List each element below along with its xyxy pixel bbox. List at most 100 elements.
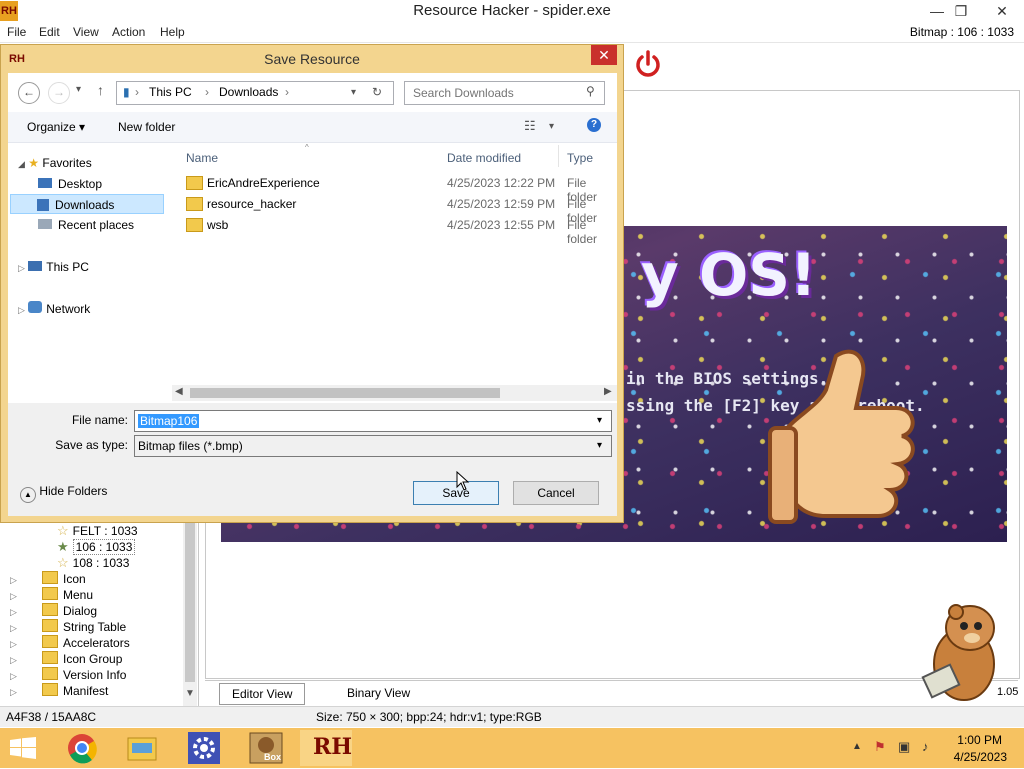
action-center-flag-icon[interactable]: ⚑ [874,739,886,755]
tree-folder-manifest[interactable]: ▷ Manifest [10,683,108,699]
nav-favorites[interactable]: ◢ ★ Favorites [18,153,168,173]
expand-arrow-icon[interactable]: ▷ [10,604,20,620]
file-row[interactable]: wsb 4/25/2023 12:55 PM File folder [172,215,617,246]
main-title-bar[interactable]: Resource Hacker - spider.exe RH — ❐ ✕ [0,0,1024,22]
expand-arrow-icon[interactable]: ▷ [10,572,20,588]
nav-this-pc[interactable]: ▷ This PC [18,257,168,277]
expand-arrow-icon[interactable]: ▷ [10,636,20,652]
cancel-button[interactable]: Cancel [513,481,599,505]
tree-item-106-selected[interactable]: ★ 106 : 1033 [57,539,136,555]
up-icon[interactable]: ↑ [97,82,104,98]
scroll-down-icon[interactable]: ▼ [185,688,195,699]
chrome-icon[interactable] [56,730,108,766]
dialog-title[interactable]: Save Resource [1,45,623,73]
menu-file[interactable]: File [7,25,26,39]
tree-folder-menu[interactable]: ▷ Menu [10,587,93,603]
new-folder-button[interactable]: New folder [118,120,175,134]
close-button[interactable]: ✕ [987,0,1017,22]
volume-icon[interactable]: ♪ [922,739,929,754]
hscroll-thumb[interactable] [190,388,500,398]
search-input[interactable] [405,82,591,104]
tree-folder-dialog[interactable]: ▷ Dialog [10,603,97,619]
back-icon[interactable]: ← [18,82,40,104]
address-dropdown-icon[interactable]: ▾ [351,87,356,98]
search-icon[interactable]: ⚲ [586,84,595,98]
nav-network[interactable]: ▷ Network [18,299,168,319]
tree-folder-icon[interactable]: ▷ Icon [10,571,86,587]
recent-dropdown-icon[interactable]: ▾ [76,84,81,95]
collapse-arrow-icon[interactable]: ◢ [18,159,25,169]
menu-view[interactable]: View [73,25,99,39]
save-type-label: Save as type: [55,438,128,452]
view-dropdown-icon[interactable]: ▾ [549,121,554,132]
clock-time[interactable]: 1:00 PM [957,733,1002,747]
save-type-select[interactable]: Bitmap files (*.bmp) ▾ [134,435,612,457]
expand-arrow-icon[interactable]: ▷ [10,652,20,668]
menu-edit[interactable]: Edit [39,25,60,39]
folder-icon [186,176,203,193]
tree-scrollbar[interactable]: ▼ [183,522,197,706]
column-divider[interactable] [558,145,559,167]
tree-item-108[interactable]: ☆ 108 : 1033 [57,555,129,571]
tree-folder-accelerators[interactable]: ▷ Accelerators [10,635,130,651]
forward-icon[interactable]: → [48,82,70,104]
tab-editor-view[interactable]: Editor View [219,683,306,705]
dialog-body: ← → ▾ ↑ ▮ › This PC › Downloads › ▾ ↻ ⚲ … [8,73,617,516]
tree-folder-version-info[interactable]: ▷ Version Info [10,667,126,683]
address-breadcrumb[interactable]: ▮ › This PC › Downloads › ▾ ↻ [116,81,394,105]
file-explorer-icon[interactable] [116,730,168,766]
view-tabs: Editor View Binary View 1.05 [205,680,1018,705]
settings-gear-icon[interactable] [178,730,230,766]
power-icon[interactable] [633,49,663,79]
breadcrumb-downloads[interactable]: Downloads [219,85,278,99]
tree-item-felt[interactable]: ☆ FELT : 1033 [57,523,138,539]
clock-date[interactable]: 4/25/2023 [954,750,1007,764]
scroll-left-icon[interactable]: ◀ [175,386,183,397]
tray-chevron-icon[interactable]: ▲ [852,741,862,752]
resource-hacker-taskbar-icon[interactable]: RH [300,730,352,766]
file-row[interactable]: resource_hacker 4/25/2023 12:59 PM File … [172,194,617,225]
nav-recent-places[interactable]: Recent places [38,215,168,235]
expand-arrow-icon[interactable]: ▷ [18,305,25,315]
refresh-icon[interactable]: ↻ [372,85,382,99]
column-header-name[interactable]: Name [186,151,218,165]
folder-icon [42,619,58,632]
expand-arrow-icon[interactable]: ▷ [10,588,20,604]
expand-arrow-icon[interactable]: ▷ [10,668,20,684]
help-icon[interactable]: ? [587,118,601,132]
file-date: 4/25/2023 12:22 PM [447,176,556,190]
tree-scrollbar-thumb[interactable] [185,522,195,682]
file-name-dropdown-icon[interactable]: ▾ [597,411,602,431]
sandbox-label: Box [264,752,282,762]
view-options-icon[interactable]: ☷ [524,118,536,134]
file-name-input[interactable]: Bitmap106 ▾ [134,410,612,432]
menu-action[interactable]: Action [112,25,145,39]
file-name-label: File name: [71,413,128,427]
file-list-hscrollbar[interactable]: ◀ ▶ [172,385,617,401]
tree-folder-string-table[interactable]: ▷ String Table [10,619,126,635]
nav-desktop[interactable]: Desktop [38,174,168,194]
menu-help[interactable]: Help [160,25,185,39]
scroll-right-icon[interactable]: ▶ [604,386,612,397]
tree-folder-icon-group[interactable]: ▷ Icon Group [10,651,122,667]
expand-arrow-icon[interactable]: ▷ [18,263,25,273]
tab-binary-view[interactable]: Binary View [335,683,422,703]
network-tray-icon[interactable]: ▣ [898,739,910,755]
expand-arrow-icon[interactable]: ▷ [10,684,20,700]
sandbox-app-icon[interactable]: Box [240,730,292,766]
folder-icon [42,603,58,616]
file-row[interactable]: EricAndreExperience 4/25/2023 12:22 PM F… [172,173,617,204]
start-button-icon[interactable] [10,737,36,762]
breadcrumb-this-pc[interactable]: This PC [149,85,192,99]
dialog-close-button[interactable]: ✕ [591,45,617,65]
status-bar: A4F38 / 15AA8C Size: 750 × 300; bpp:24; … [0,706,1024,727]
resource-tree[interactable]: ☆ FELT : 1033 ★ 106 : 1033 ☆ 108 : 1033 ▷ Ic… [0,522,199,706]
expand-arrow-icon[interactable]: ▷ [10,620,20,636]
column-header-date[interactable]: Date modified [447,151,521,165]
hide-folders-toggle[interactable]: ▲ Hide Folders [20,484,107,503]
organize-button[interactable]: Organize ▾ [27,120,85,134]
column-header-type[interactable]: Type [567,151,593,165]
save-type-dropdown-icon[interactable]: ▾ [597,436,602,456]
nav-downloads[interactable]: Downloads [10,194,164,214]
maximize-button[interactable]: ❐ [946,0,976,22]
